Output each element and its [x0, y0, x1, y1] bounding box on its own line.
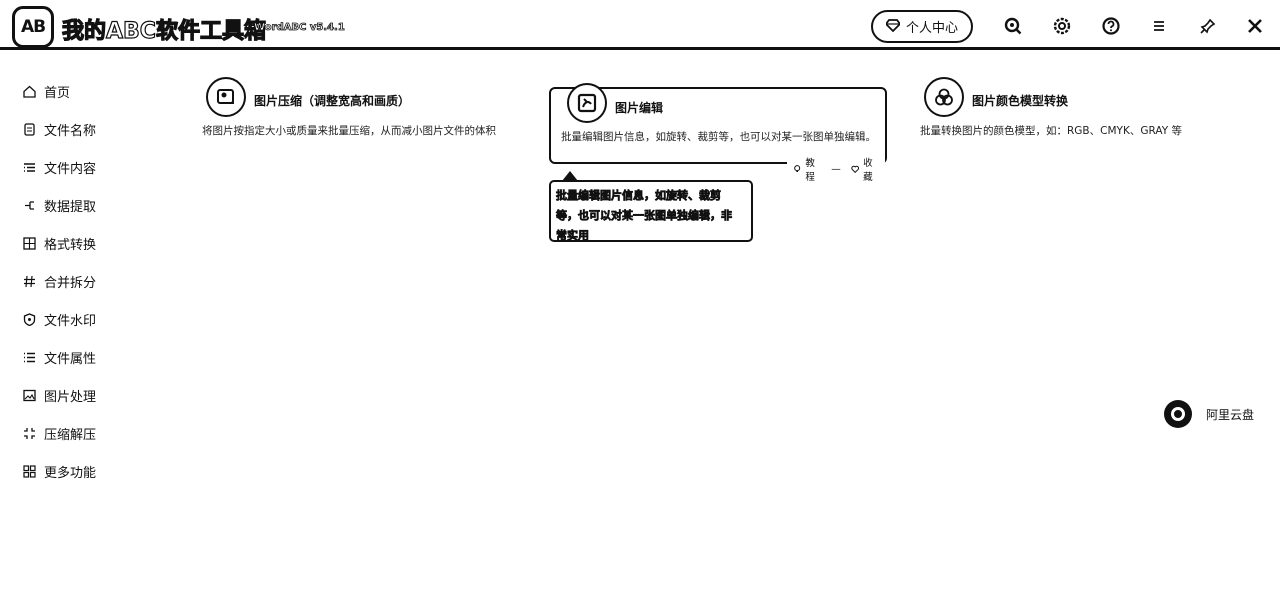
divider: — — [831, 163, 841, 175]
tooltip-line: 批量编辑图片信息，如旋转、裁剪 — [556, 189, 722, 203]
app-title: 我的ABC软件工具箱 — [61, 18, 266, 44]
watermark-icon — [22, 312, 36, 326]
card-image-edit[interactable]: 图片编辑 批量编辑图片信息，如旋转、裁剪等，也可以对某一张图单独编辑。 教程 —… — [549, 83, 887, 183]
sidebar-item-merge-split[interactable]: 合并拆分 — [0, 262, 170, 300]
aliyun-drive-button[interactable]: 阿里云盘 — [1164, 400, 1254, 428]
tutorial-link[interactable]: 教程 — [793, 155, 821, 183]
close-icon[interactable] — [1245, 16, 1265, 36]
sidebar-item-label: 文件名称 — [44, 123, 97, 139]
sidebar-item-data-extract[interactable]: 数据提取 — [0, 186, 170, 224]
pin-icon[interactable] — [1198, 16, 1218, 36]
favorite-link[interactable]: 收藏 — [851, 155, 879, 183]
sidebar-item-file-name[interactable]: 文件名称 — [0, 110, 170, 148]
data-extract-icon — [22, 198, 36, 212]
format-convert-icon — [22, 236, 36, 250]
sidebar-item-image-process[interactable]: 图片处理 — [0, 376, 170, 414]
image-compress-icon — [206, 77, 246, 117]
card-actions: 教程 — 收藏 — [787, 155, 885, 183]
card-color-model[interactable]: 图片颜色模型转换 批量转换图片的颜色模型，如：RGB、CMYK、GRAY 等 — [918, 77, 1256, 164]
tooltip-line: 等，也可以对某一张图单独编辑，非 — [556, 209, 733, 223]
image-edit-icon — [567, 83, 607, 123]
aliyun-drive-label: 阿里云盘 — [1206, 407, 1255, 422]
sidebar-item-more[interactable]: 更多功能 — [0, 452, 170, 490]
card-title: 图片编辑 — [615, 101, 664, 115]
menu-icon[interactable] — [1149, 16, 1169, 36]
app-header: AB 我的ABC软件工具箱 WordABC v5.4.1 个人中心 — [0, 0, 1280, 50]
settings-icon[interactable] — [1052, 16, 1072, 36]
color-model-icon — [924, 77, 964, 117]
sidebar-item-label: 更多功能 — [44, 465, 97, 481]
user-center-button[interactable]: 个人中心 — [871, 10, 973, 43]
card-title: 图片压缩（调整宽高和画质） — [254, 94, 411, 108]
sidebar-item-label: 格式转换 — [44, 237, 97, 253]
sidebar-item-label: 首页 — [44, 85, 71, 101]
user-center-label: 个人中心 — [905, 21, 958, 36]
card-image-compress[interactable]: 图片压缩（调整宽高和画质） 将图片按指定大小或质量来批量压缩，从而减小图片文件的… — [200, 77, 538, 164]
sidebar-item-compress[interactable]: 压缩解压 — [0, 414, 170, 452]
bulb-icon — [794, 165, 801, 173]
sidebar-item-label: 图片处理 — [44, 389, 97, 405]
sidebar-item-label: 文件属性 — [44, 351, 97, 367]
file-name-icon — [22, 122, 36, 136]
sidebar-item-label: 数据提取 — [44, 199, 97, 215]
sidebar-item-file-content[interactable]: 文件内容 — [0, 148, 170, 186]
image-process-icon — [22, 388, 36, 402]
merge-split-icon — [22, 274, 36, 288]
sidebar-item-label: 文件内容 — [44, 161, 97, 177]
card-title: 图片颜色模型转换 — [972, 94, 1069, 108]
file-property-icon — [22, 350, 36, 364]
sidebar-item-label: 合并拆分 — [44, 275, 97, 291]
heart-icon — [851, 165, 859, 174]
sidebar-item-label: 文件水印 — [44, 313, 97, 329]
sidebar-item-home[interactable]: 首页 — [0, 72, 170, 110]
app-logo: AB — [12, 6, 54, 48]
compress-icon — [22, 426, 36, 440]
home-icon — [22, 84, 36, 98]
aliyun-drive-icon — [1164, 400, 1192, 428]
tooltip-line: 常实用 — [556, 229, 590, 243]
app-version: WordABC v5.4.1 — [254, 22, 346, 34]
sidebar-item-watermark[interactable]: 文件水印 — [0, 300, 170, 338]
diamond-icon — [884, 18, 902, 36]
sidebar-item-label: 压缩解压 — [44, 427, 97, 443]
file-content-icon — [22, 160, 36, 174]
sidebar-item-file-property[interactable]: 文件属性 — [0, 338, 170, 376]
search-icon[interactable] — [1003, 16, 1023, 36]
card-description: 批量转换图片的颜色模型，如：RGB、CMYK、GRAY 等 — [920, 125, 1182, 137]
card-description: 将图片按指定大小或质量来批量压缩，从而减小图片文件的体积 — [202, 125, 496, 137]
card-description: 批量编辑图片信息，如旋转、裁剪等，也可以对某一张图单独编辑。 — [561, 131, 876, 143]
sidebar-item-format-convert[interactable]: 格式转换 — [0, 224, 170, 262]
help-icon[interactable] — [1101, 16, 1121, 36]
sidebar: 首页 文件名称 文件内容 数据提取 格式转换 合并拆分 文件水印 文件属性 图片… — [0, 72, 170, 490]
tooltip: 批量编辑图片信息，如旋转、裁剪 等，也可以对某一张图单独编辑，非 常实用 — [549, 180, 753, 242]
more-icon — [22, 464, 36, 478]
